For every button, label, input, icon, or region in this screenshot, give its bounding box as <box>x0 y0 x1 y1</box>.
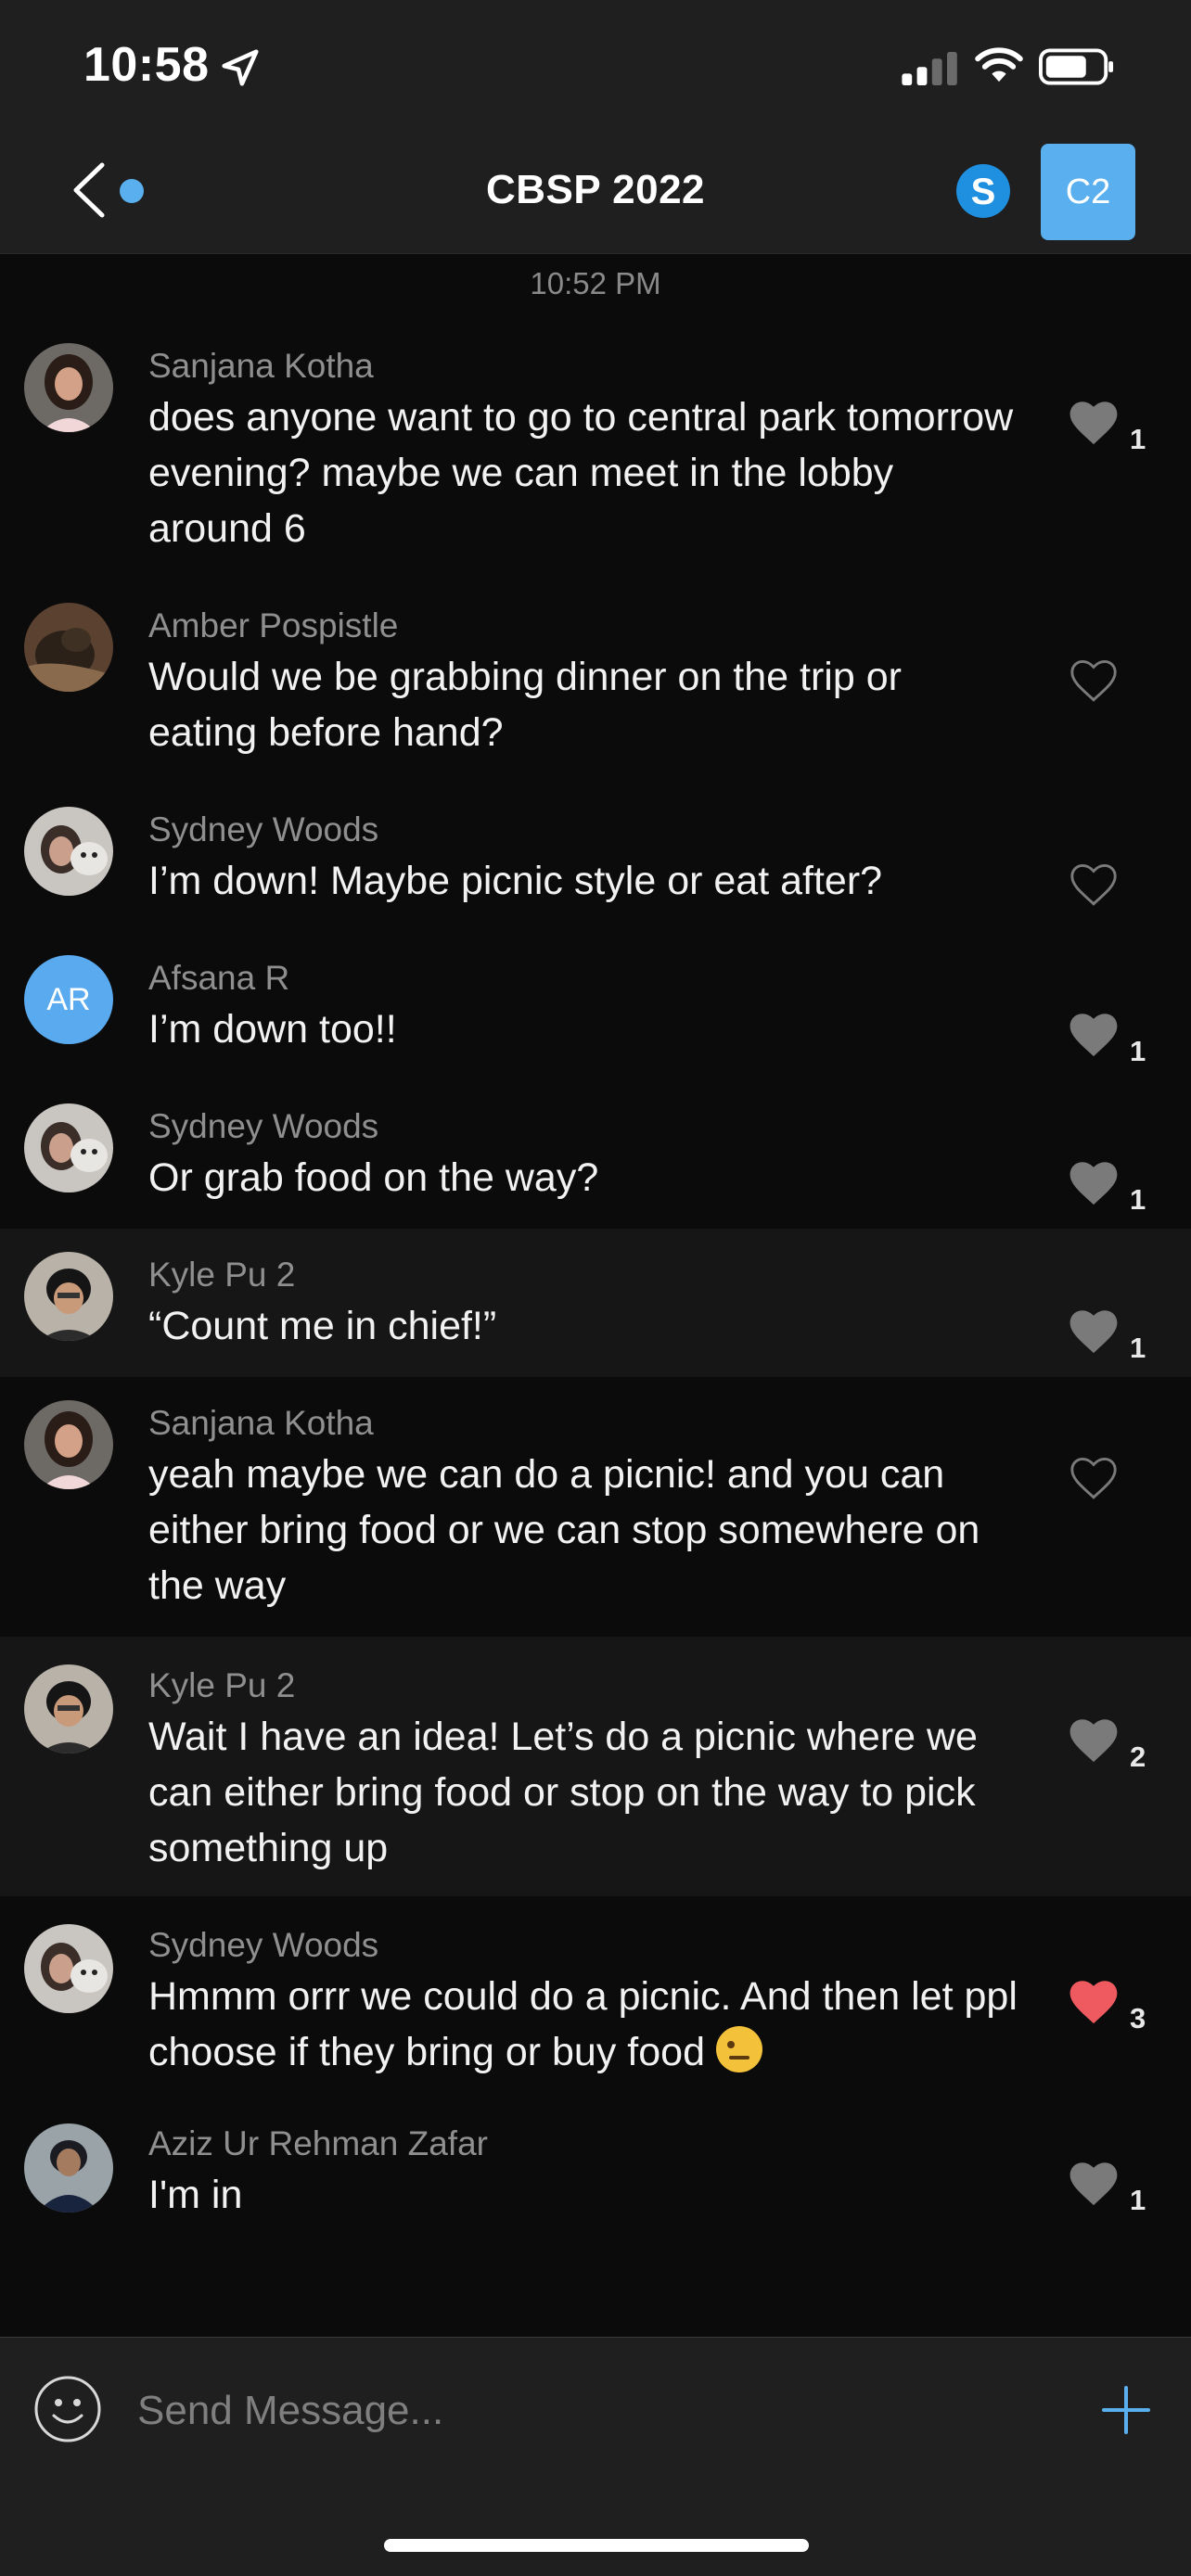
battery-icon <box>1039 48 1114 85</box>
skype-icon[interactable]: S <box>955 163 1011 219</box>
message-item[interactable]: Sanjana Kotha does anyone want to go to … <box>0 343 1191 603</box>
like-count: 1 <box>1130 423 1146 455</box>
message-list[interactable]: 10:52 PM Sanjana Kotha does anyone want … <box>0 255 1191 2337</box>
heart-icon[interactable] <box>1067 2158 1121 2208</box>
sender-name: Sydney Woods <box>148 1107 379 1145</box>
smiley-icon[interactable] <box>33 2375 102 2443</box>
message-text-body: Hmmm orrr we could do a picnic. And then… <box>148 1974 1018 2074</box>
message-text: I’m down too!! <box>148 1007 397 1052</box>
sender-name: Amber Pospistle <box>148 606 399 644</box>
like-count: 1 <box>1130 1183 1146 1216</box>
like-count: 1 <box>1130 1332 1146 1364</box>
avatar[interactable] <box>24 343 113 432</box>
avatar[interactable] <box>24 2123 113 2213</box>
sender-name: Sydney Woods <box>148 1926 379 1964</box>
timestamp: 10:52 PM <box>530 266 661 300</box>
heart-outline-icon[interactable] <box>1067 859 1121 909</box>
message-text: Would we be grabbing dinner on the trip … <box>148 655 902 755</box>
avatar[interactable] <box>24 1924 113 2013</box>
sender-name: Afsana R <box>148 959 290 997</box>
message-text: I’m down! Maybe picnic style or eat afte… <box>148 859 883 903</box>
avatar[interactable]: AR <box>24 955 113 1044</box>
heart-icon[interactable] <box>1067 1009 1121 1059</box>
sender-name: Sanjana Kotha <box>148 1404 374 1442</box>
status-time: 10:58 <box>83 38 210 92</box>
message-text: Or grab food on the way? <box>148 1155 599 1200</box>
message-text: does anyone want to go to central park t… <box>148 395 1014 551</box>
message-text: Hmmm orrr we could do a picnic. And then… <box>148 1969 1020 2080</box>
message-text: yeah maybe we can do a picnic! and you c… <box>148 1452 980 1608</box>
heart-icon[interactable] <box>1067 1715 1121 1765</box>
sender-name: Kyle Pu 2 <box>148 1256 296 1294</box>
avatar[interactable] <box>24 603 113 692</box>
group-avatar-button[interactable]: C2 <box>1041 144 1135 240</box>
raised-eyebrow-emoji-icon <box>715 2026 762 2072</box>
svg-text:S: S <box>971 172 996 212</box>
avatar[interactable] <box>24 1252 113 1341</box>
message-item[interactable]: Sydney Woods Or grab food on the way? 1 <box>0 1103 1191 1229</box>
heart-icon[interactable] <box>1067 1306 1121 1356</box>
status-bar: 10:58 <box>0 0 1191 130</box>
avatar[interactable] <box>24 1103 113 1192</box>
avatar[interactable] <box>24 1664 113 1753</box>
wifi-icon <box>975 47 1023 83</box>
like-count: 1 <box>1130 1035 1146 1067</box>
sender-name: Sanjana Kotha <box>148 347 374 385</box>
message-text: I'm in <box>148 2173 243 2217</box>
home-indicator <box>384 2539 809 2552</box>
message-item[interactable]: Kyle Pu 2 Wait I have an idea! Let’s do … <box>0 1637 1191 1896</box>
heart-outline-icon[interactable] <box>1067 655 1121 705</box>
plus-icon[interactable] <box>1100 2384 1152 2436</box>
message-item[interactable]: Amber Pospistle Would we be grabbing din… <box>0 603 1191 807</box>
sender-name: Sydney Woods <box>148 810 379 848</box>
message-input[interactable] <box>137 2378 1065 2443</box>
heart-outline-icon[interactable] <box>1067 1452 1121 1502</box>
sender-name: Aziz Ur Rehman Zafar <box>148 2124 488 2162</box>
like-count: 3 <box>1130 2002 1146 2034</box>
message-item[interactable]: Sydney Woods Hmmm orrr we could do a pic… <box>0 1896 1191 2100</box>
like-count: 2 <box>1130 1741 1146 1773</box>
message-item[interactable]: Aziz Ur Rehman Zafar I'm in 1 <box>0 2100 1191 2249</box>
message-text: Wait I have an idea! Let’s do a picnic w… <box>148 1715 978 1870</box>
avatar[interactable] <box>24 1400 113 1489</box>
message-item[interactable]: Sydney Woods I’m down! Maybe picnic styl… <box>0 807 1191 955</box>
chat-title: CBSP 2022 <box>485 167 706 212</box>
nav-bar: CBSP 2022 S C2 <box>0 130 1191 254</box>
heart-icon[interactable] <box>1067 1157 1121 1207</box>
location-arrow-icon <box>222 49 259 86</box>
avatar[interactable] <box>24 807 113 896</box>
signal-icon <box>902 52 957 85</box>
message-text: “Count me in chief!” <box>148 1304 497 1348</box>
message-item[interactable]: Kyle Pu 2 “Count me in chief!” 1 <box>0 1229 1191 1377</box>
message-item[interactable]: Sanjana Kotha yeah maybe we can do a pic… <box>0 1377 1191 1637</box>
sender-name: Kyle Pu 2 <box>148 1666 296 1704</box>
like-count: 1 <box>1130 2184 1146 2216</box>
heart-icon[interactable] <box>1067 397 1121 447</box>
message-item[interactable]: AR Afsana R I’m down too!! 1 <box>0 955 1191 1103</box>
heart-active-icon[interactable] <box>1067 1976 1121 2026</box>
